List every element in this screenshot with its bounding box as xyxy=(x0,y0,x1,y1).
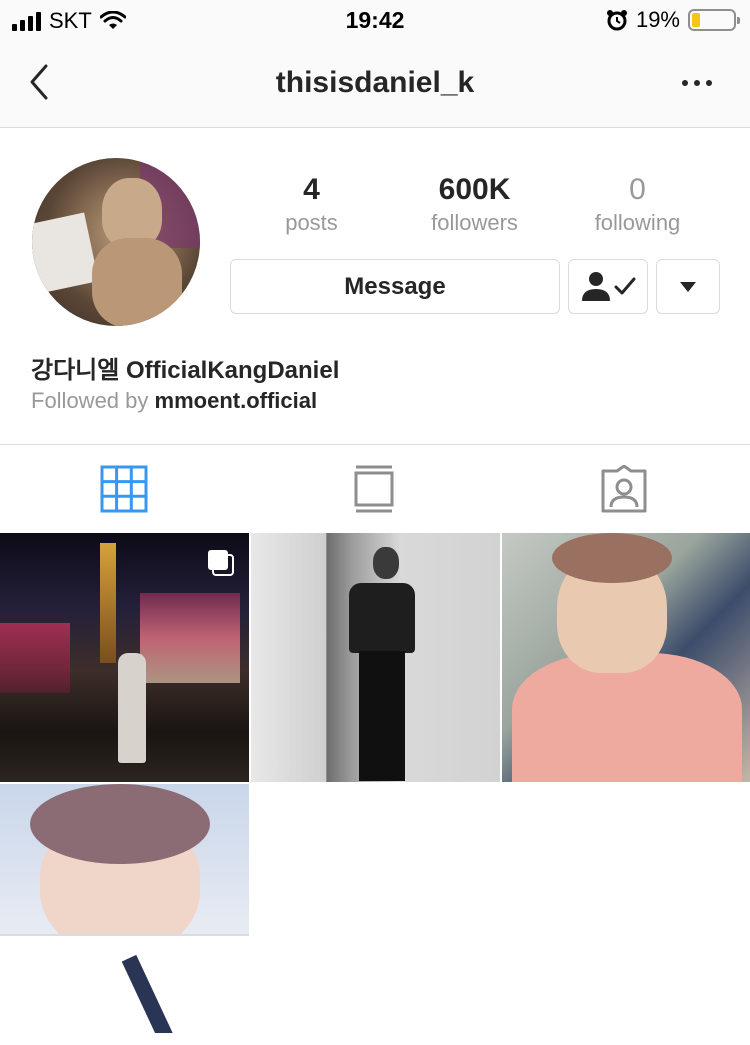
message-button[interactable]: Message xyxy=(230,259,560,314)
avatar[interactable] xyxy=(32,158,200,326)
tagged-icon[interactable] xyxy=(599,465,649,513)
multiple-photos-icon xyxy=(208,550,234,576)
nav-bar: thisisdaniel_k xyxy=(0,40,750,128)
more-horizontal-icon[interactable] xyxy=(682,80,712,86)
posts-label: posts xyxy=(285,210,338,235)
battery-icon xyxy=(688,9,740,31)
followers-count: 600K xyxy=(438,173,511,206)
following-button[interactable] xyxy=(568,259,648,314)
profile-name: 강다니엘 OfficialKangDaniel xyxy=(31,357,340,384)
profile-stats: 4 posts 600K followers 0 following xyxy=(230,172,720,238)
person-check-icon xyxy=(582,271,636,301)
followed-by-user[interactable]: mmoent.official xyxy=(155,388,318,413)
post-thumbnail-2[interactable] xyxy=(251,533,500,782)
stat-followers[interactable]: 600K followers xyxy=(393,172,556,238)
suggestions-dropdown-button[interactable] xyxy=(656,259,720,314)
profile-tabs xyxy=(0,444,750,532)
caret-down-icon xyxy=(680,281,696,292)
alarm-icon xyxy=(606,10,627,31)
following-count: 0 xyxy=(629,173,646,206)
status-right: 19% xyxy=(606,7,740,33)
grid-icon[interactable] xyxy=(100,465,150,513)
followers-label: followers xyxy=(431,210,518,235)
followed-by[interactable]: Followed by mmoent.official xyxy=(31,388,317,414)
post-thumbnail-4[interactable] xyxy=(0,784,249,1033)
feed-icon[interactable] xyxy=(350,465,400,513)
battery-fill xyxy=(692,13,700,27)
posts-count: 4 xyxy=(303,173,320,206)
post-thumbnail-3[interactable] xyxy=(502,533,750,782)
page-title: thisisdaniel_k xyxy=(275,66,475,99)
battery-percent: 19% xyxy=(635,7,680,32)
following-label: following xyxy=(594,210,681,235)
stat-following[interactable]: 0 following xyxy=(556,172,719,238)
followed-by-prefix: Followed by xyxy=(31,388,149,413)
status-bar: SKT 19:42 19% xyxy=(0,0,750,40)
post-thumbnail-1[interactable] xyxy=(0,533,249,782)
stat-posts[interactable]: 4 posts xyxy=(230,172,393,238)
